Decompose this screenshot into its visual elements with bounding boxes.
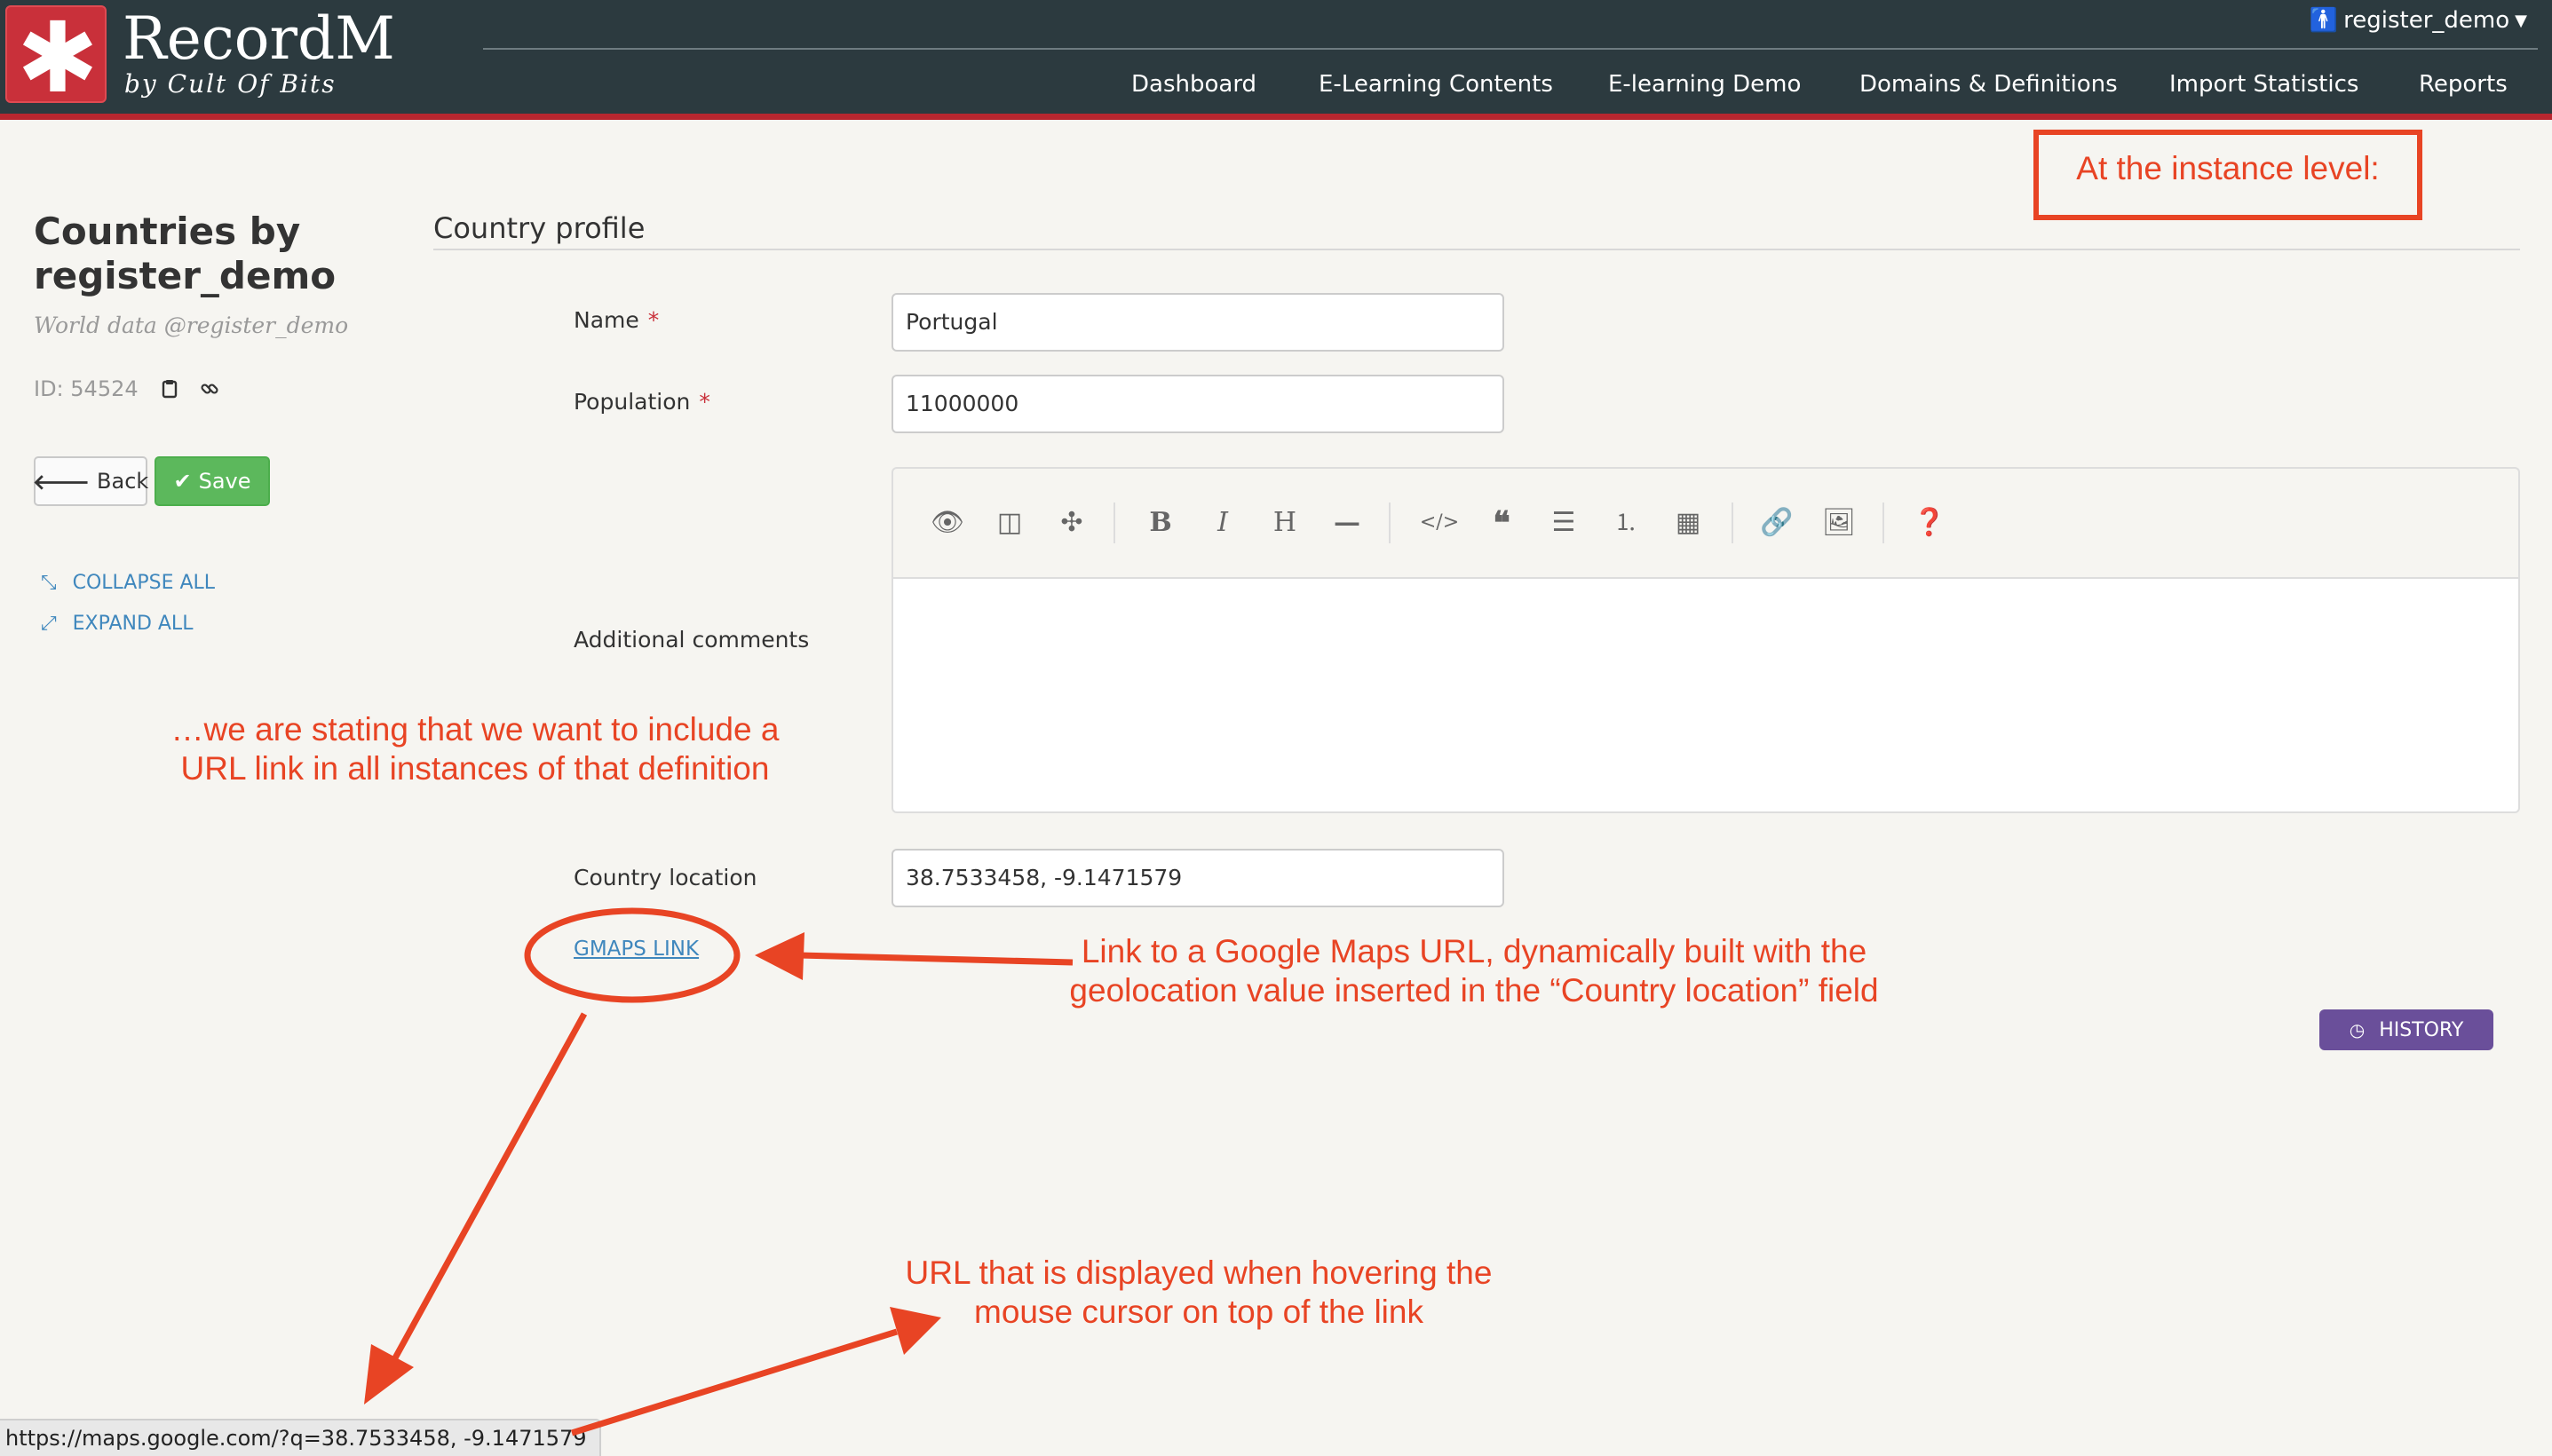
annotation-ellipse <box>524 907 741 1003</box>
annotation-arrow-link <box>798 952 1074 966</box>
annotation-arrow-up <box>570 1328 899 1436</box>
annotation-overlay <box>364 907 1074 1436</box>
annotation-arrowhead-up <box>890 1307 941 1355</box>
annotation-arrowhead-link <box>755 932 804 980</box>
annotation-arrow-down <box>384 1012 588 1374</box>
annotation-arrowhead-down <box>364 1344 414 1405</box>
